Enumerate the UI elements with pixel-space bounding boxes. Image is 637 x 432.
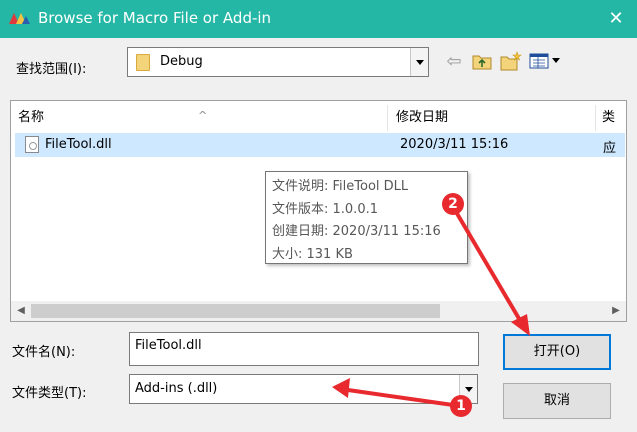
column-header-name-label: 名称 [18,110,45,125]
scroll-thumb[interactable] [31,304,440,318]
tooltip-description: 文件说明: FileTool DLL [272,179,409,194]
column-header-name[interactable]: 名称 ^ [11,105,388,131]
file-row[interactable]: FileTool.dll 2020/3/11 15:16 应 [15,133,625,157]
column-header-modified-label: 修改日期 [396,110,449,125]
column-header-type-label: 类 [602,110,616,125]
scroll-left-icon[interactable]: ◀ [13,303,29,319]
tooltip-size: 大小: 131 KB [272,246,353,262]
cancel-button[interactable]: 取消 [503,383,611,419]
file-info-tooltip: 文件说明: FileTool DLL 文件版本: 1.0.0.1 创建日期: 2… [265,171,468,264]
lookin-value: Debug [160,54,203,69]
horizontal-scrollbar[interactable]: ◀ ▶ [11,301,626,321]
filetype-dropdown[interactable]: Add-ins (.dll) [129,374,478,404]
scroll-right-icon[interactable]: ▶ [608,303,624,319]
annotation-number-2: 2 [448,196,458,212]
tooltip-version: 文件版本: 1.0.0.1 [272,201,378,217]
title-bar: Browse for Macro File or Add-in ✕ [0,0,637,38]
sort-ascending-icon: ^ [198,109,208,122]
folder-icon [136,54,150,71]
filetype-value: Add-ins (.dll) [135,381,218,396]
up-folder-icon[interactable] [471,51,493,71]
new-folder-icon[interactable] [500,51,522,71]
filename-label: 文件名(N): [12,345,76,360]
column-header-type[interactable]: 类 [595,105,626,131]
back-icon[interactable]: ⇦ [443,51,465,72]
annotation-number-1: 1 [456,398,466,414]
file-name: FileTool.dll [45,137,112,152]
chevron-down-icon[interactable] [410,48,428,76]
file-type: 应 [603,141,617,156]
app-logo-icon [9,13,30,24]
view-menu-icon[interactable] [529,51,565,71]
lookin-label: 查找范围(I): [16,62,87,77]
window-title: Browse for Macro File or Add-in [38,9,272,27]
open-button[interactable]: 打开(O) [503,334,611,370]
filename-input[interactable]: FileTool.dll [129,332,479,366]
filetype-label: 文件类型(T): [12,386,87,401]
dll-file-icon [25,136,39,153]
close-button[interactable]: ✕ [600,4,632,34]
tooltip-created: 创建日期: 2020/3/11 15:16 [272,224,441,239]
close-icon: ✕ [608,8,624,29]
file-modified: 2020/3/11 15:16 [400,137,509,152]
column-header-modified[interactable]: 修改日期 [389,105,596,131]
lookin-dropdown[interactable]: Debug [127,47,429,77]
